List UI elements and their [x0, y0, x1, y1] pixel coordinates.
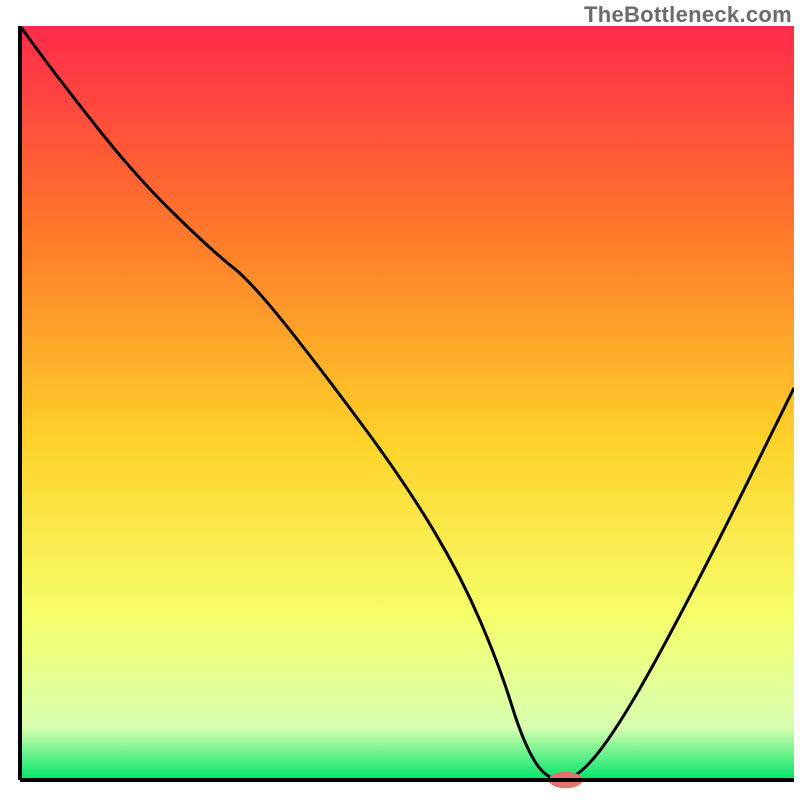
watermark-text: TheBottleneck.com: [584, 2, 792, 28]
bottleneck-chart-svg: [0, 0, 800, 800]
chart-stage: TheBottleneck.com: [0, 0, 800, 800]
plot-background: [20, 26, 794, 780]
